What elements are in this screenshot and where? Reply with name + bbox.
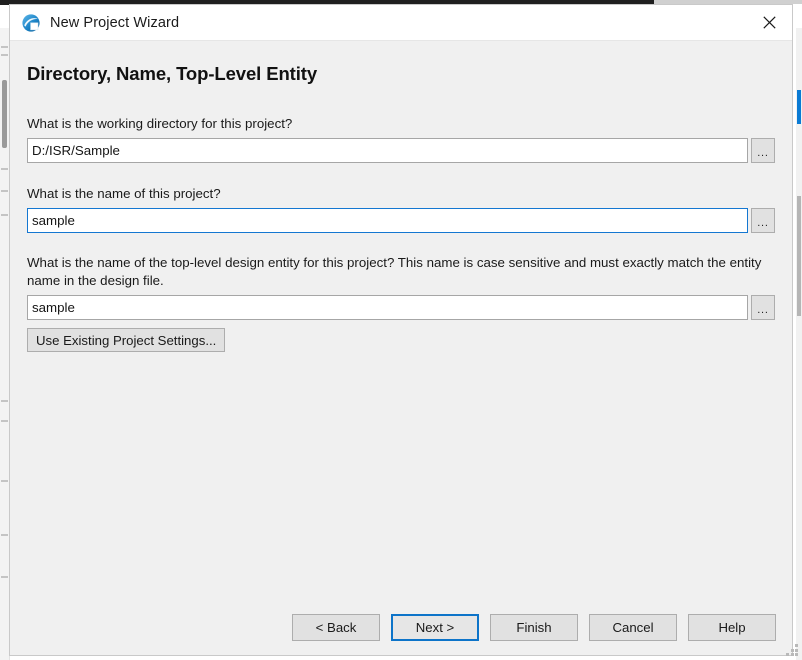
resize-grip[interactable] <box>786 644 799 657</box>
close-icon[interactable] <box>746 5 792 40</box>
quartus-globe-icon <box>21 13 41 33</box>
scrollbar-tick <box>1 214 8 216</box>
top-level-entity-browse-button[interactable]: ... <box>751 295 775 320</box>
page-title: Directory, Name, Top-Level Entity <box>27 63 318 84</box>
dialog-body: Directory, Name, Top-Level Entity What i… <box>10 41 792 599</box>
project-name-browse-button[interactable]: ... <box>751 208 775 233</box>
scrollbar-tick <box>1 480 8 482</box>
top-level-entity-label: What is the name of the top-level design… <box>27 255 762 288</box>
project-name-label: What is the name of this project? <box>27 186 221 201</box>
cancel-button[interactable]: Cancel <box>589 613 677 641</box>
project-name-row: ... <box>27 208 775 233</box>
scrollbar-tick <box>1 400 8 402</box>
new-project-wizard-dialog: New Project Wizard Directory, Name, Top-… <box>9 4 793 656</box>
background-selection-marker <box>797 90 801 124</box>
scrollbar-tick <box>1 168 8 170</box>
working-directory-browse-button[interactable]: ... <box>751 138 775 163</box>
project-name-input[interactable] <box>27 208 748 233</box>
next-button[interactable]: Next > <box>391 613 479 641</box>
help-button[interactable]: Help <box>688 613 776 641</box>
dialog-title: New Project Wizard <box>50 14 180 31</box>
working-directory-input[interactable] <box>27 138 748 163</box>
use-existing-project-settings-button[interactable]: Use Existing Project Settings... <box>27 328 226 352</box>
scrollbar-tick <box>1 54 8 56</box>
working-directory-row: ... <box>27 138 775 163</box>
background-window-edge-right <box>796 28 802 660</box>
finish-button[interactable]: Finish <box>490 613 578 641</box>
scrollbar-tick <box>1 46 8 48</box>
scrollbar-thumb[interactable] <box>2 80 7 148</box>
dialog-footer: < Back Next > Finish Cancel Help <box>10 599 792 655</box>
scrollbar-tick <box>1 420 8 422</box>
scrollbar-tick <box>1 534 8 536</box>
scrollbar-tick <box>1 576 8 578</box>
background-divider-marker <box>797 196 801 316</box>
top-level-entity-input[interactable] <box>27 295 748 320</box>
dialog-titlebar: New Project Wizard <box>10 5 792 41</box>
back-button[interactable]: < Back <box>292 613 380 641</box>
top-level-entity-row: ... <box>27 295 775 320</box>
working-directory-label: What is the working directory for this p… <box>27 116 293 131</box>
scrollbar-tick <box>1 190 8 192</box>
